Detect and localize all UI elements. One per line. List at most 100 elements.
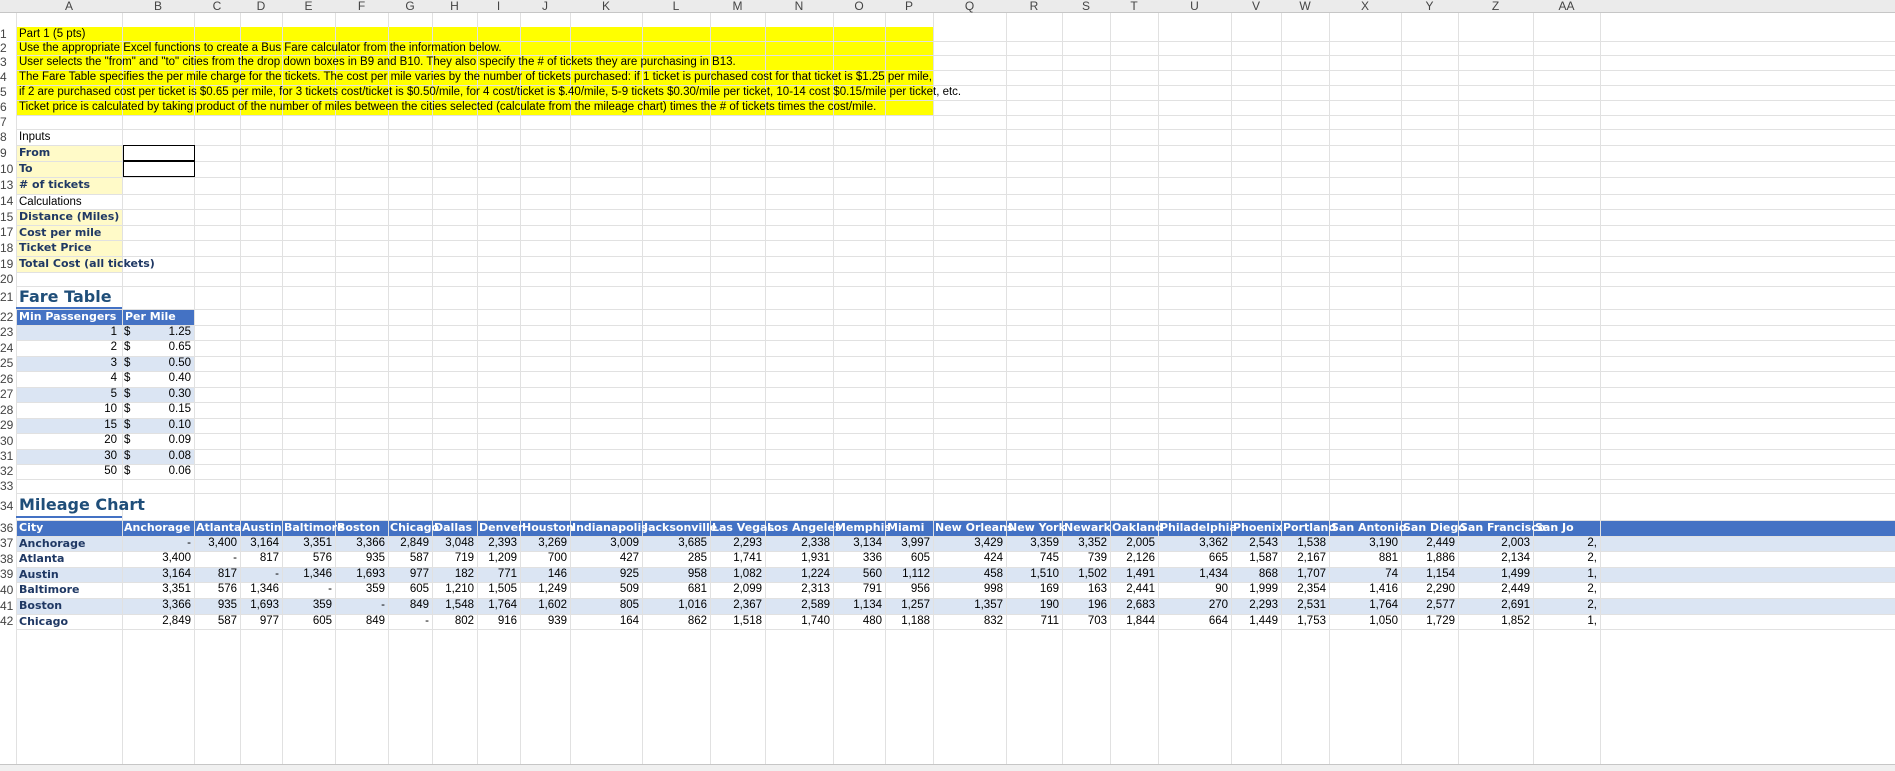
- mileage-cell[interactable]: 1,729: [1401, 611, 1455, 631]
- mileage-cell[interactable]: 1,740: [765, 611, 830, 631]
- row-header[interactable]: 42: [0, 611, 16, 628]
- row-header[interactable]: 30: [0, 430, 16, 448]
- mileage-cell[interactable]: 164: [570, 611, 639, 631]
- from-city-dropdown[interactable]: [123, 145, 195, 161]
- column-header-a[interactable]: A: [16, 0, 122, 13]
- to-city-dropdown[interactable]: [123, 161, 195, 177]
- column-header-k[interactable]: K: [570, 0, 642, 13]
- mileage-cell[interactable]: 1,449: [1231, 611, 1278, 631]
- mileage-cell[interactable]: 1,188: [885, 611, 930, 631]
- row-header[interactable]: 27: [0, 384, 16, 401]
- row-header[interactable]: 2: [0, 38, 16, 55]
- column-header-y[interactable]: Y: [1401, 0, 1458, 13]
- column-header-aa[interactable]: AA: [1533, 0, 1600, 13]
- column-header-g[interactable]: G: [388, 0, 432, 13]
- column-header-u[interactable]: U: [1158, 0, 1231, 13]
- mileage-cell[interactable]: 802: [432, 611, 474, 631]
- column-header-n[interactable]: N: [765, 0, 833, 13]
- row-header[interactable]: 28: [0, 399, 16, 417]
- row-header[interactable]: 6: [0, 97, 16, 114]
- mileage-cell[interactable]: 862: [642, 611, 707, 631]
- column-header-f[interactable]: F: [335, 0, 388, 13]
- column-header-d[interactable]: D: [240, 0, 282, 13]
- ticket-price-output-cell[interactable]: [122, 240, 194, 256]
- column-header-q[interactable]: Q: [933, 0, 1006, 13]
- column-header-o[interactable]: O: [833, 0, 885, 13]
- row-header[interactable]: 34: [0, 490, 16, 517]
- row-header[interactable]: 7: [0, 112, 16, 129]
- row-header[interactable]: 5: [0, 82, 16, 99]
- column-header-b[interactable]: B: [122, 0, 194, 13]
- row-header[interactable]: 9: [0, 142, 16, 160]
- tickets-input-cell[interactable]: [122, 177, 194, 194]
- column-header-l[interactable]: L: [642, 0, 710, 13]
- mileage-cell[interactable]: 1,050: [1329, 611, 1398, 631]
- column-header-c[interactable]: C: [194, 0, 240, 13]
- column-header-t[interactable]: T: [1110, 0, 1158, 13]
- row-header[interactable]: 31: [0, 446, 16, 463]
- row-header[interactable]: 8: [0, 126, 16, 144]
- mileage-cell[interactable]: -: [388, 611, 429, 631]
- mileage-cell[interactable]: 1,753: [1281, 611, 1326, 631]
- mileage-cell[interactable]: 587: [194, 611, 237, 631]
- total-cost-output-cell[interactable]: [122, 256, 194, 272]
- row-header[interactable]: 33: [0, 476, 16, 493]
- column-header-i[interactable]: I: [477, 0, 520, 13]
- mileage-cell[interactable]: 832: [933, 611, 1003, 631]
- row-header[interactable]: 10: [0, 158, 16, 176]
- cost-per-mile-output-cell[interactable]: [122, 225, 194, 240]
- row-header[interactable]: 38: [0, 548, 16, 566]
- row-header[interactable]: 15: [0, 206, 16, 224]
- column-header-x[interactable]: X: [1329, 0, 1401, 13]
- distance-output-cell[interactable]: [122, 209, 194, 225]
- spreadsheet-grid[interactable]: A B C D E F G H I J K L M N O P Q R S T U V W X Y Z AA 1 2 3 4 5 6 7 8 9 10 1…: [0, 0, 1895, 771]
- mileage-cell[interactable]: 977: [240, 611, 279, 631]
- gridline-v: [933, 13, 934, 764]
- row-header[interactable]: 14: [0, 191, 16, 208]
- mileage-cell[interactable]: 1,518: [710, 611, 762, 631]
- row-header[interactable]: 39: [0, 564, 16, 581]
- mileage-cell[interactable]: 1,: [1533, 611, 1597, 631]
- row-header[interactable]: 29: [0, 415, 16, 432]
- mileage-cell[interactable]: 2,849: [122, 611, 191, 631]
- mileage-cell[interactable]: 664: [1158, 611, 1228, 631]
- mileage-cell[interactable]: 605: [282, 611, 332, 631]
- row-header[interactable]: 37: [0, 533, 16, 550]
- column-header-p[interactable]: P: [885, 0, 933, 13]
- row-header[interactable]: 24: [0, 337, 16, 355]
- row-header[interactable]: 32: [0, 461, 16, 478]
- column-header-j[interactable]: J: [520, 0, 570, 13]
- column-header-z[interactable]: Z: [1458, 0, 1533, 13]
- column-header-e[interactable]: E: [282, 0, 335, 13]
- column-header-v[interactable]: V: [1231, 0, 1281, 13]
- row-header[interactable]: 18: [0, 237, 16, 255]
- mileage-cell[interactable]: 939: [520, 611, 567, 631]
- row-header[interactable]: 22: [0, 306, 16, 324]
- mileage-cell[interactable]: 480: [833, 611, 882, 631]
- column-header-h[interactable]: H: [432, 0, 477, 13]
- row-header[interactable]: 21: [0, 283, 16, 306]
- row-header[interactable]: 3: [0, 52, 16, 69]
- mileage-cell[interactable]: 711: [1006, 611, 1059, 631]
- mileage-cell[interactable]: 916: [477, 611, 517, 631]
- row-header[interactable]: 4: [0, 67, 16, 84]
- column-header-m[interactable]: M: [710, 0, 765, 13]
- row-header[interactable]: 13: [0, 174, 16, 192]
- mileage-cell[interactable]: 1,844: [1110, 611, 1155, 631]
- row-header[interactable]: 26: [0, 368, 16, 386]
- row-header[interactable]: 19: [0, 253, 16, 271]
- row-header[interactable]: 20: [0, 269, 16, 286]
- column-header-s[interactable]: S: [1062, 0, 1110, 13]
- row-header[interactable]: 23: [0, 322, 16, 339]
- mileage-cell[interactable]: 1,852: [1458, 611, 1530, 631]
- row-header[interactable]: 40: [0, 579, 16, 597]
- row-header[interactable]: 36: [0, 517, 16, 535]
- row-header[interactable]: 17: [0, 222, 16, 239]
- column-header-r[interactable]: R: [1006, 0, 1062, 13]
- mileage-cell[interactable]: 849: [335, 611, 385, 631]
- row-header[interactable]: 1: [0, 24, 16, 41]
- row-header[interactable]: 41: [0, 595, 16, 613]
- row-header[interactable]: 25: [0, 353, 16, 370]
- mileage-cell[interactable]: 703: [1062, 611, 1107, 631]
- column-header-w[interactable]: W: [1281, 0, 1329, 13]
